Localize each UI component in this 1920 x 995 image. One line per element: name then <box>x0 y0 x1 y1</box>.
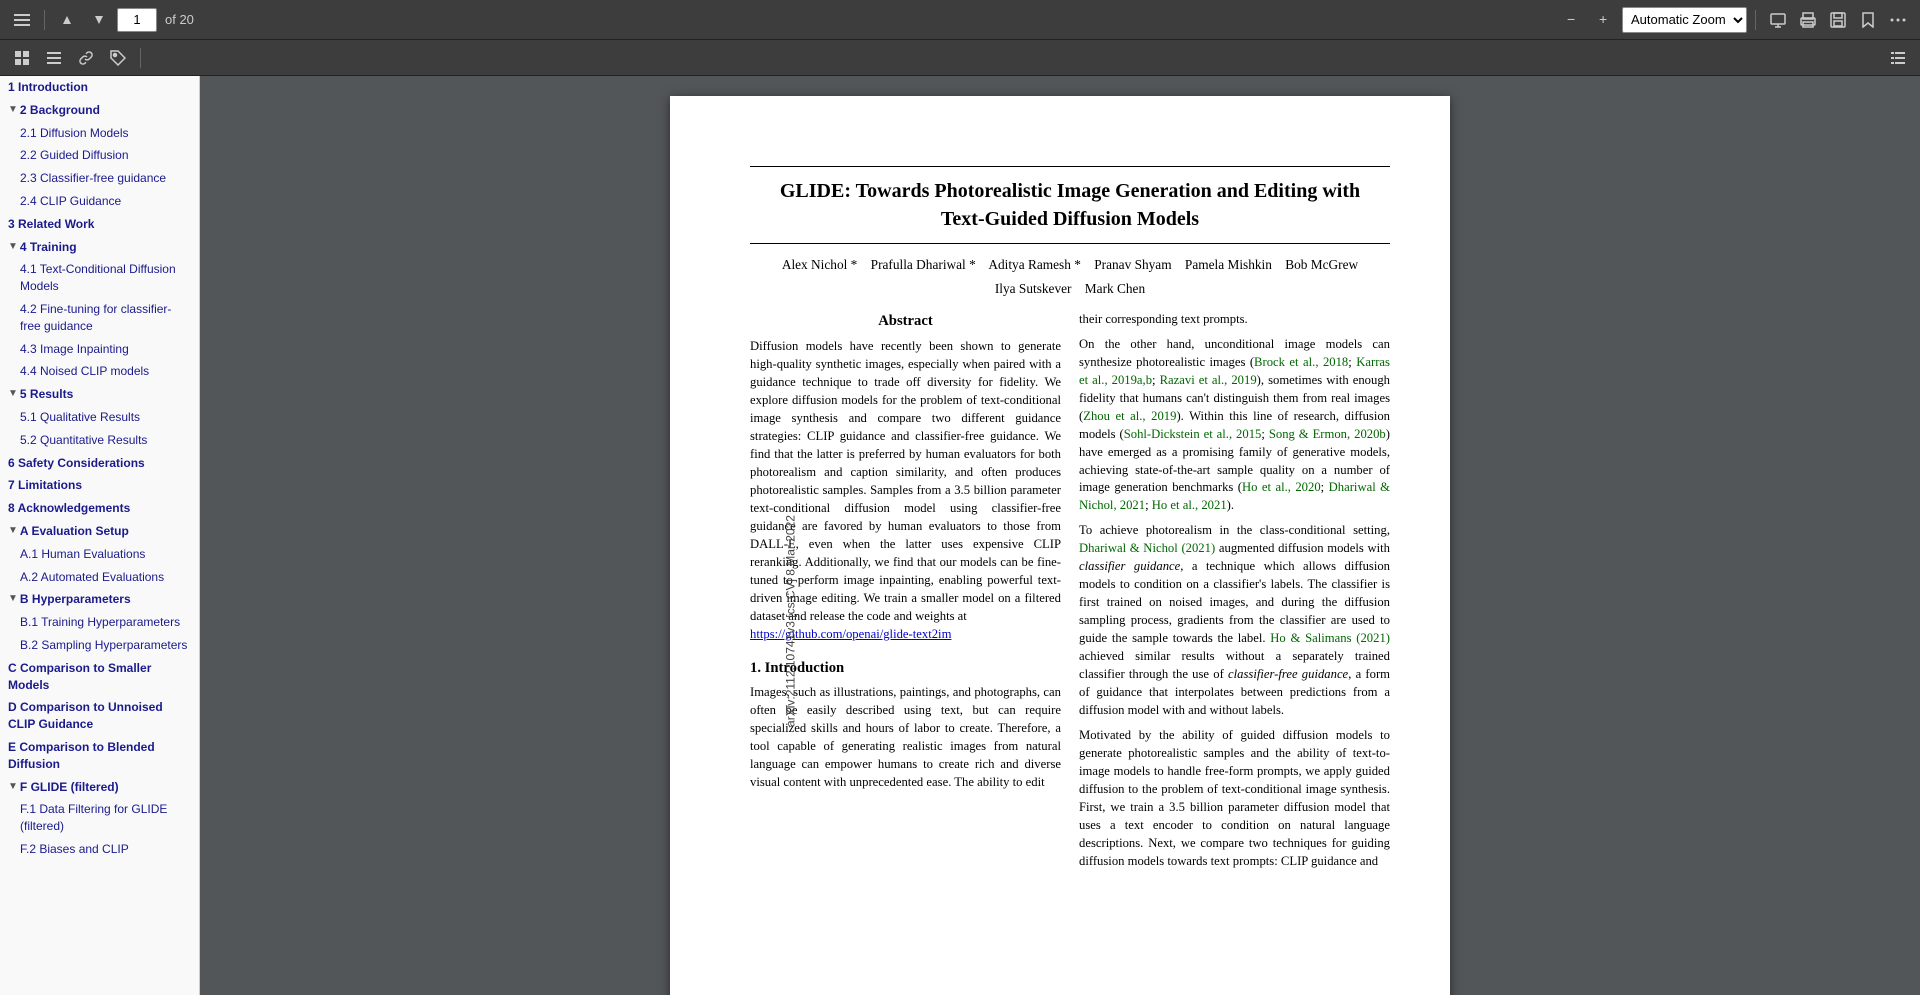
zoom-select[interactable]: Automatic Zoom Actual Size Page Fit Page… <box>1622 7 1747 33</box>
zhou-ref[interactable]: Zhou et al., 2019 <box>1083 409 1176 423</box>
col2-content: their corresponding text prompts. On the… <box>1079 311 1390 872</box>
secondary-toolbar <box>0 40 1920 76</box>
toc-arrow-eval: ▼ <box>8 524 18 538</box>
toc-item-clip-guidance[interactable]: 2.4 CLIP Guidance <box>0 190 199 213</box>
pdf-page: arXiv:2112.10741v3 [cs.CV] 8 Mar 2022 GL… <box>670 96 1450 995</box>
ho-salimans-ref[interactable]: Ho & Salimans (2021) <box>1270 631 1390 645</box>
secondary-sep <box>140 48 141 68</box>
toc-item-biases-clip[interactable]: F.2 Biases and CLIP <box>0 838 199 861</box>
toc-item-acknowledgements[interactable]: 8 Acknowledgements <box>0 497 199 520</box>
separator-1 <box>44 10 45 30</box>
toc-arrow-hyperparams: ▼ <box>8 592 18 606</box>
song-ref[interactable]: Song & Ermon, 2020b <box>1269 427 1386 441</box>
toc-item-image-inpainting[interactable]: 4.3 Image Inpainting <box>0 338 199 361</box>
toc-item-safety[interactable]: 6 Safety Considerations <box>0 452 199 475</box>
paper-title: GLIDE: Towards Photorealistic Image Gene… <box>750 177 1390 233</box>
pdf-viewer-area[interactable]: arXiv:2112.10741v3 [cs.CV] 8 Mar 2022 GL… <box>200 76 1920 995</box>
ho2020-ref[interactable]: Ho et al., 2020 <box>1242 480 1321 494</box>
toc-item-diffusion-models[interactable]: 2.1 Diffusion Models <box>0 122 199 145</box>
toc-item-intro[interactable]: 1 Introduction <box>0 76 199 99</box>
prev-page-button[interactable] <box>53 6 81 34</box>
toc-button[interactable] <box>1884 44 1912 72</box>
toc-item-training[interactable]: ▼ 4 Training <box>0 236 199 259</box>
toc-item-glide-filtered[interactable]: ▼ F GLIDE (filtered) <box>0 776 199 799</box>
page-number-input[interactable]: 1 <box>117 8 157 32</box>
github-link[interactable]: https://github.com/openai/glide-text2im <box>750 627 951 641</box>
toc-item-smaller-models[interactable]: C Comparison to Smaller Models <box>0 657 199 697</box>
toc-arrow-glide: ▼ <box>8 780 18 794</box>
authors-line1: Alex Nichol * Prafulla Dhariwal * Aditya… <box>750 254 1390 275</box>
toc-item-unnoised-clip[interactable]: D Comparison to Unnoised CLIP Guidance <box>0 696 199 736</box>
toc-arrow-background: ▼ <box>8 103 18 117</box>
toc-item-classifier-free[interactable]: 2.3 Classifier-free guidance <box>0 167 199 190</box>
toc-item-data-filtering[interactable]: F.1 Data Filtering for GLIDE (filtered) <box>0 798 199 838</box>
svg-text:+: + <box>1599 13 1607 27</box>
toc-item-quantitative[interactable]: 5.2 Quantitative Results <box>0 429 199 452</box>
col2-para4: Motivated by the ability of guided diffu… <box>1079 727 1390 871</box>
toc-item-training-hp[interactable]: B.1 Training Hyperparameters <box>0 611 199 634</box>
right-column: their corresponding text prompts. On the… <box>1079 311 1390 879</box>
toc-item-fine-tuning[interactable]: 4.2 Fine-tuning for classifier-free guid… <box>0 298 199 338</box>
toc-item-results[interactable]: ▼ 5 Results <box>0 383 199 406</box>
toc-item-noised-clip[interactable]: 4.4 Noised CLIP models <box>0 360 199 383</box>
sohl-ref[interactable]: Sohl-Dickstein et al., 2015 <box>1124 427 1262 441</box>
toc-item-guided-diffusion[interactable]: 2.2 Guided Diffusion <box>0 144 199 167</box>
svg-text:−: − <box>1567 13 1575 27</box>
razavi-ref[interactable]: Razavi et al., 2019 <box>1160 373 1257 387</box>
grid-view-button[interactable] <box>8 44 36 72</box>
next-page-button[interactable] <box>85 6 113 34</box>
menu-button[interactable] <box>8 6 36 34</box>
main-layout: 1 Introduction ▼ 2 Background 2.1 Diffus… <box>0 76 1920 995</box>
dhariwal-ref[interactable]: Dhariwal & Nichol, 2021 <box>1079 480 1390 512</box>
toc-item-blended-diffusion[interactable]: E Comparison to Blended Diffusion <box>0 736 199 776</box>
toc-item-qualitative[interactable]: 5.1 Qualitative Results <box>0 406 199 429</box>
toc-arrow-results: ▼ <box>8 387 18 401</box>
top-rule <box>750 166 1390 167</box>
link-button[interactable] <box>72 44 100 72</box>
present-button[interactable] <box>1764 6 1792 34</box>
toc-item-related-work[interactable]: 3 Related Work <box>0 213 199 236</box>
arxiv-stamp: arXiv:2112.10741v3 [cs.CV] 8 Mar 2022 <box>782 515 799 727</box>
toc-item-eval-setup[interactable]: ▼ A Evaluation Setup <box>0 520 199 543</box>
zoom-out-button[interactable]: − <box>1558 6 1586 34</box>
print-button[interactable] <box>1794 6 1822 34</box>
col2-para2: On the other hand, unconditional image m… <box>1079 336 1390 516</box>
zoom-in-button[interactable]: + <box>1590 6 1618 34</box>
bookmark-button[interactable] <box>1854 6 1882 34</box>
separator-2 <box>1755 10 1756 30</box>
main-toolbar: 1 of 20 − + Automatic Zoom Actual Size P… <box>0 0 1920 40</box>
page-total: of 20 <box>165 12 194 27</box>
toc-item-sampling-hp[interactable]: B.2 Sampling Hyperparameters <box>0 634 199 657</box>
toc-arrow-training: ▼ <box>8 240 18 254</box>
toc-item-hyperparams[interactable]: ▼ B Hyperparameters <box>0 588 199 611</box>
bottom-title-rule <box>750 243 1390 244</box>
toolbar-right-buttons <box>1764 6 1912 34</box>
toc-item-human-eval[interactable]: A.1 Human Evaluations <box>0 543 199 566</box>
paper-columns: Abstract Diffusion models have recently … <box>750 311 1390 879</box>
dhariwal-nichol-ref[interactable]: Dhariwal & Nichol (2021) <box>1079 541 1215 555</box>
abstract-heading: Abstract <box>750 311 1061 332</box>
list-view-button[interactable] <box>40 44 68 72</box>
toc-item-text-conditional[interactable]: 4.1 Text-Conditional Diffusion Models <box>0 258 199 298</box>
col2-para1: their corresponding text prompts. <box>1079 311 1390 329</box>
more-button[interactable] <box>1884 6 1912 34</box>
ho2021-ref[interactable]: Ho et al., 2021 <box>1152 498 1227 512</box>
brock-ref[interactable]: Brock et al., 2018 <box>1254 355 1348 369</box>
col2-para3: To achieve photorealism in the class-con… <box>1079 522 1390 720</box>
toc-item-limitations[interactable]: 7 Limitations <box>0 474 199 497</box>
tag-button[interactable] <box>104 44 132 72</box>
authors-line2: Ilya Sutskever Mark Chen <box>750 279 1390 298</box>
toc-item-background[interactable]: ▼ 2 Background <box>0 99 199 122</box>
save-button[interactable] <box>1824 6 1852 34</box>
toc-item-auto-eval[interactable]: A.2 Automated Evaluations <box>0 566 199 589</box>
sidebar-toc: 1 Introduction ▼ 2 Background 2.1 Diffus… <box>0 76 200 995</box>
